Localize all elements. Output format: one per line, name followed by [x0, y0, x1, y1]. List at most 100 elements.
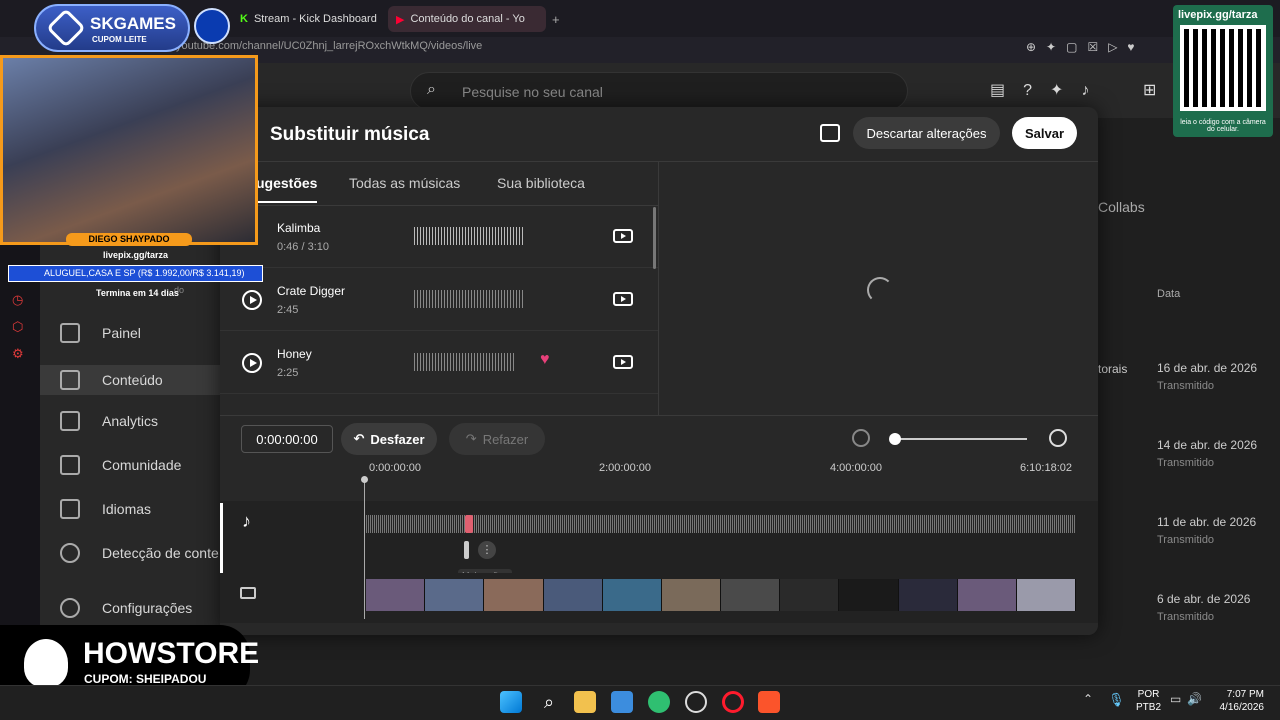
- store-icon[interactable]: [611, 691, 633, 713]
- opera-icon[interactable]: [722, 691, 744, 713]
- tab-kick-dashboard[interactable]: K Stream - Kick Dashboard: [232, 6, 380, 32]
- browser-tab-bar: [0, 0, 1280, 37]
- video-thumbnails-strip[interactable]: [366, 579, 1076, 611]
- row-partial-text: torais: [1098, 362, 1128, 376]
- microphone-icon[interactable]: 🎙: [1108, 692, 1125, 708]
- sidebar-item-deteccao[interactable]: Detecção de conte: [60, 541, 220, 565]
- tray-icons[interactable]: ▭🔊: [1170, 692, 1208, 706]
- zoom-slider-thumb[interactable]: [889, 433, 901, 445]
- tray-chevron-icon[interactable]: ⌃: [1083, 692, 1093, 706]
- search-input[interactable]: ⌕ Pesquise no seu canal: [410, 72, 908, 110]
- sidebar-item-conteudo[interactable]: Conteúdo: [40, 365, 220, 395]
- row-date: 11 de abr. de 2026: [1157, 515, 1257, 529]
- edge-icon[interactable]: [648, 691, 670, 713]
- playhead[interactable]: [364, 479, 365, 619]
- browser-toolbar-icons[interactable]: ⊕✦▢☒▷♥: [1026, 40, 1145, 54]
- undo-icon: ↶: [353, 431, 365, 446]
- brave-icon[interactable]: [758, 691, 780, 713]
- tab-todas-as-musicas[interactable]: Todas as músicas: [349, 175, 460, 191]
- audio-track: [220, 501, 1098, 573]
- more-actions-button[interactable]: ⋮: [478, 541, 496, 559]
- row-date: 14 de abr. de 2026: [1157, 438, 1258, 452]
- youtube-link-icon[interactable]: [613, 292, 633, 306]
- sidebar-item-idiomas[interactable]: Idiomas: [60, 497, 151, 521]
- redo-icon: ↷: [465, 431, 477, 446]
- play-icon[interactable]: [242, 290, 262, 310]
- timecode-display[interactable]: 0:00:00:00: [241, 425, 333, 453]
- skgames-sponsor-banner: SKGAMES CUPOM LEITE: [34, 4, 190, 52]
- tab-collabs[interactable]: Collabs: [1098, 199, 1145, 215]
- browser-sidebar-icons[interactable]: ◷ ⬡ ⚙: [12, 286, 24, 367]
- song-duration: 0:46 / 3:10: [277, 241, 329, 253]
- feedback-icon[interactable]: [820, 124, 840, 142]
- taskbar-search-icon[interactable]: ⌕: [538, 691, 560, 713]
- timeline-tick: 4:00:00:00: [830, 462, 882, 474]
- obs-icon[interactable]: [685, 691, 707, 713]
- sidebar-item-analytics[interactable]: Analytics: [60, 409, 158, 433]
- heart-icon[interactable]: ♥: [540, 351, 550, 369]
- song-title: Crate Digger: [277, 284, 346, 298]
- youtube-link-icon[interactable]: [613, 229, 633, 243]
- search-placeholder: Pesquise no seu canal: [462, 84, 603, 100]
- zoom-out-icon[interactable]: [852, 429, 870, 447]
- donation-goal-bar: ALUGUEL,CASA E SP (R$ 1.992,00/R$ 3.141,…: [8, 265, 263, 282]
- discard-changes-button[interactable]: Descartar alterações: [853, 117, 1000, 149]
- redo-button[interactable]: ↷ Refazer: [449, 423, 545, 455]
- timeline-tick: 0:00:00:00: [369, 462, 421, 474]
- song-duration: 2:45: [277, 304, 299, 316]
- track-selected-indicator: [220, 503, 223, 573]
- song-title: Kalimba: [277, 221, 321, 235]
- language-indicator[interactable]: POR PTB2: [1136, 688, 1161, 714]
- file-explorer-icon[interactable]: [574, 691, 596, 713]
- dashboard-icon: [60, 323, 80, 343]
- trim-handle[interactable]: [464, 541, 469, 559]
- song-row[interactable]: Kalimba 0:46 / 3:10: [220, 205, 658, 268]
- song-row[interactable]: Crate Digger 2:45: [220, 268, 658, 331]
- clock[interactable]: 7:07 PM 4/16/2026: [1218, 688, 1265, 714]
- playstation-logo-icon: [194, 8, 230, 44]
- row-status: Transmitido: [1157, 534, 1215, 546]
- song-waveform[interactable]: [414, 353, 514, 371]
- music-note-icon: ♪: [242, 511, 251, 531]
- video-camera-icon: [240, 587, 256, 599]
- list-scrollbar[interactable]: [653, 207, 656, 269]
- dialog-title: Substituir música: [270, 124, 430, 145]
- analytics-icon: [60, 411, 80, 431]
- zoom-in-icon[interactable]: [1049, 429, 1067, 447]
- undo-button[interactable]: ↶ Desfazer: [341, 423, 437, 455]
- create-icon[interactable]: ⊞: [1143, 80, 1156, 100]
- ghost-mascot-icon: [24, 639, 68, 687]
- zoom-slider[interactable]: [895, 438, 1027, 440]
- youtube-link-icon[interactable]: [613, 355, 633, 369]
- sidebar-item-configuracoes[interactable]: Configurações: [60, 596, 192, 620]
- skgames-logo-icon: [46, 8, 86, 48]
- search-icon: ⌕: [427, 81, 436, 98]
- song-waveform[interactable]: [414, 290, 524, 308]
- sidebar-item-painel[interactable]: Painel: [60, 321, 141, 345]
- audio-clip-handle[interactable]: [465, 515, 473, 533]
- start-menu-icon[interactable]: [500, 691, 522, 713]
- play-icon[interactable]: [242, 353, 262, 373]
- save-button[interactable]: Salvar: [1012, 117, 1077, 149]
- row-date: 16 de abr. de 2026: [1157, 361, 1258, 375]
- subtitles-icon: [60, 499, 80, 519]
- tab-sua-biblioteca[interactable]: Sua biblioteca: [497, 175, 585, 191]
- song-waveform[interactable]: [414, 227, 524, 245]
- song-row[interactable]: Honey 2:25 ♥: [220, 331, 658, 394]
- sidebar-item-comunidade[interactable]: Comunidade: [60, 453, 181, 477]
- url-text[interactable]: youtube.com/channel/UC0Zhnj_larrejROxchW…: [176, 40, 482, 52]
- kick-icon: K: [240, 13, 248, 25]
- song-duration: 2:25: [277, 367, 299, 379]
- tab-sugestoes[interactable]: ugestões: [256, 175, 318, 203]
- song-title: Honey: [277, 347, 312, 361]
- youtube-icon: ▶: [396, 13, 405, 26]
- streamer-webcam: [0, 55, 258, 245]
- loading-spinner: [867, 277, 893, 303]
- row-date: 6 de abr. de 2026: [1157, 592, 1251, 606]
- new-tab-button[interactable]: +: [552, 12, 560, 27]
- playhead-knob[interactable]: [361, 476, 368, 483]
- community-icon: [60, 455, 80, 475]
- tab-youtube-content[interactable]: ▶ Conteúdo do canal - Yo: [388, 6, 546, 32]
- date-column-header[interactable]: Data: [1157, 288, 1180, 300]
- studio-header-icons[interactable]: ▤?✦♪: [990, 80, 1107, 100]
